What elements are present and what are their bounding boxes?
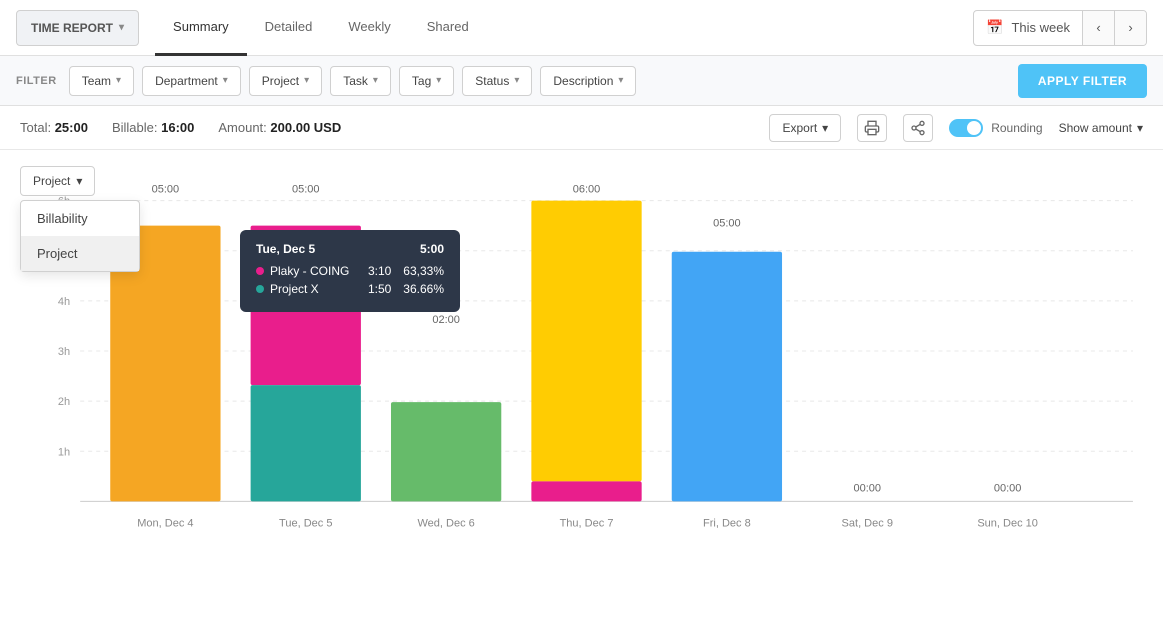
group-by-label: Project [33, 174, 70, 188]
group-by-billability[interactable]: Billability [21, 201, 139, 236]
tag-arrow-icon: ▾ [436, 75, 441, 86]
print-button[interactable] [857, 114, 887, 142]
group-by-button[interactable]: Project ▾ [20, 166, 95, 196]
export-label: Export [782, 121, 817, 135]
filter-description-label: Description [553, 74, 613, 88]
filter-label: FILTER [16, 75, 57, 87]
billable-value: 16:00 [161, 120, 194, 135]
filter-description-button[interactable]: Description ▾ [540, 66, 636, 96]
svg-text:2h: 2h [58, 396, 70, 408]
rounding-toggle-row: Rounding [949, 119, 1042, 137]
chart-area: Project ▾ Billability Project 6h 5h 4h 3… [0, 150, 1163, 630]
svg-text:05:00: 05:00 [152, 184, 180, 196]
svg-text:Sat, Dec 9: Sat, Dec 9 [842, 517, 893, 529]
bar-tue-teal[interactable] [251, 385, 361, 501]
filter-team-label: Team [82, 74, 111, 88]
calendar-icon: 📅 [986, 19, 1003, 36]
description-arrow-icon: ▾ [618, 75, 623, 86]
apply-filter-button[interactable]: APPLY FILTER [1018, 64, 1147, 98]
dropdown-arrow-icon: ▾ [119, 22, 124, 33]
group-by-menu: Billability Project [20, 200, 140, 272]
filter-tag-label: Tag [412, 74, 431, 88]
date-prev-button[interactable]: ‹ [1082, 11, 1114, 45]
top-bar: TIME REPORT ▾ Summary Detailed Weekly Sh… [0, 0, 1163, 56]
bar-thu-pink[interactable] [531, 481, 641, 501]
export-arrow-icon: ▾ [822, 121, 828, 135]
amount-value: 200.00 USD [270, 120, 341, 135]
total-value: 25:00 [55, 120, 88, 135]
svg-text:00:00: 00:00 [994, 482, 1022, 494]
filter-department-button[interactable]: Department ▾ [142, 66, 241, 96]
tab-shared[interactable]: Shared [409, 0, 487, 56]
rounding-label: Rounding [991, 121, 1042, 135]
department-arrow-icon: ▾ [223, 75, 228, 86]
billable-summary: Billable: 16:00 [112, 120, 194, 135]
svg-text:4h: 4h [58, 296, 70, 308]
time-report-button[interactable]: TIME REPORT ▾ [16, 10, 139, 46]
tab-detailed[interactable]: Detailed [247, 0, 331, 56]
svg-text:Wed, Dec 6: Wed, Dec 6 [417, 517, 474, 529]
svg-text:Fri, Dec 8: Fri, Dec 8 [703, 517, 751, 529]
svg-text:02:00: 02:00 [432, 314, 460, 326]
filter-bar: FILTER Team ▾ Department ▾ Project ▾ Tas… [0, 56, 1163, 106]
svg-text:05:00: 05:00 [713, 218, 741, 230]
svg-text:Thu, Dec 7: Thu, Dec 7 [560, 517, 614, 529]
status-arrow-icon: ▾ [514, 75, 519, 86]
bar-thu-yellow[interactable] [531, 201, 641, 482]
group-by-project[interactable]: Project [21, 236, 139, 271]
date-picker-label[interactable]: 📅 This week [974, 11, 1082, 45]
export-button[interactable]: Export ▾ [769, 114, 841, 142]
bar-chart: 6h 5h 4h 3h 2h 1h 05:00 Mon, Dec 4 05:00 [20, 166, 1143, 546]
project-arrow-icon: ▾ [304, 75, 309, 86]
filter-project-label: Project [262, 74, 299, 88]
tab-weekly[interactable]: Weekly [330, 0, 408, 56]
bar-wed[interactable] [391, 402, 501, 501]
filter-team-button[interactable]: Team ▾ [69, 66, 134, 96]
group-by-arrow-icon: ▾ [76, 174, 82, 188]
chart-container: 6h 5h 4h 3h 2h 1h 05:00 Mon, Dec 4 05:00 [20, 166, 1143, 546]
show-amount-arrow-icon: ▾ [1137, 121, 1143, 135]
amount-summary: Amount: 200.00 USD [218, 120, 341, 135]
filter-task-button[interactable]: Task ▾ [330, 66, 391, 96]
svg-text:Mon, Dec 4: Mon, Dec 4 [137, 517, 193, 529]
date-next-button[interactable]: › [1114, 11, 1146, 45]
toggle-knob [967, 121, 981, 135]
amount-label: Amount: [218, 120, 266, 135]
svg-text:1h: 1h [58, 446, 70, 458]
rounding-toggle[interactable] [949, 119, 983, 137]
share-button[interactable] [903, 114, 933, 142]
date-range-text: This week [1011, 20, 1070, 35]
filter-project-button[interactable]: Project ▾ [249, 66, 322, 96]
billable-label: Billable: [112, 120, 158, 135]
filter-tag-button[interactable]: Tag ▾ [399, 66, 454, 96]
bar-fri[interactable] [672, 252, 782, 502]
bar-tue-pink[interactable] [251, 226, 361, 385]
show-amount-button[interactable]: Show amount ▾ [1059, 121, 1143, 135]
filter-status-button[interactable]: Status ▾ [462, 66, 532, 96]
summary-actions: Export ▾ Rounding Show amount ▾ [769, 114, 1143, 142]
date-picker: 📅 This week ‹ › [973, 10, 1147, 46]
svg-text:05:00: 05:00 [292, 184, 320, 196]
filter-status-label: Status [475, 74, 509, 88]
total-label: Total: [20, 120, 51, 135]
svg-text:3h: 3h [58, 346, 70, 358]
app-container: TIME REPORT ▾ Summary Detailed Weekly Sh… [0, 0, 1163, 630]
show-amount-label: Show amount [1059, 121, 1132, 135]
svg-text:Tue, Dec 5: Tue, Dec 5 [279, 517, 332, 529]
time-report-label: TIME REPORT [31, 21, 113, 35]
filter-department-label: Department [155, 74, 218, 88]
team-arrow-icon: ▾ [116, 75, 121, 86]
filter-task-label: Task [343, 74, 368, 88]
task-arrow-icon: ▾ [373, 75, 378, 86]
total-summary: Total: 25:00 [20, 120, 88, 135]
svg-text:06:00: 06:00 [573, 184, 601, 196]
svg-text:00:00: 00:00 [853, 482, 881, 494]
summary-bar: Total: 25:00 Billable: 16:00 Amount: 200… [0, 106, 1163, 150]
tab-summary[interactable]: Summary [155, 0, 247, 56]
svg-text:Sun, Dec 10: Sun, Dec 10 [977, 517, 1038, 529]
group-by-dropdown: Project ▾ Billability Project [20, 166, 95, 196]
